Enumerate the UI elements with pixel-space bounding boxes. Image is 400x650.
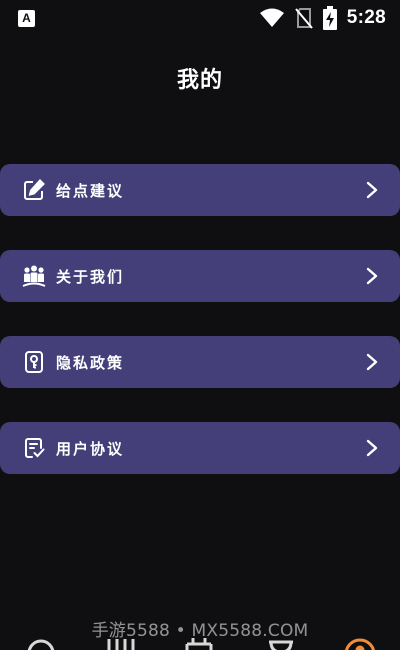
agreement-check-icon (22, 436, 46, 460)
status-bar: A 5:28 (0, 0, 400, 36)
app-notification-icon: A (18, 9, 35, 27)
status-left: A (18, 9, 35, 27)
privacy-lock-icon (22, 350, 46, 374)
chevron-right-icon (366, 353, 380, 371)
chevron-right-icon (366, 267, 380, 285)
status-right: 5:28 (259, 6, 386, 30)
page-title: 我的 (176, 68, 223, 93)
menu-item-label: 隐私政策 (56, 353, 125, 372)
menu-item-about-us[interactable]: 关于我们 (0, 250, 400, 302)
menu-item-feedback[interactable]: 给点建议 (0, 164, 400, 216)
menu-item-user-agreement[interactable]: 用户协议 (0, 422, 400, 474)
menu-item-privacy-policy[interactable]: 隐私政策 (0, 336, 400, 388)
chevron-right-icon (366, 181, 380, 199)
watermark-text: 手游5588 • MX5588.COM (91, 621, 309, 641)
edit-icon (22, 178, 46, 202)
status-clock: 5:28 (346, 7, 386, 28)
battery-charging-icon (322, 6, 337, 30)
no-sim-icon (295, 7, 313, 29)
menu-item-label: 用户协议 (56, 439, 125, 458)
menu-item-label: 给点建议 (56, 181, 125, 200)
menu-item-label: 关于我们 (56, 267, 125, 286)
chevron-right-icon (366, 439, 380, 457)
group-icon (22, 264, 46, 288)
wifi-icon (259, 8, 285, 28)
